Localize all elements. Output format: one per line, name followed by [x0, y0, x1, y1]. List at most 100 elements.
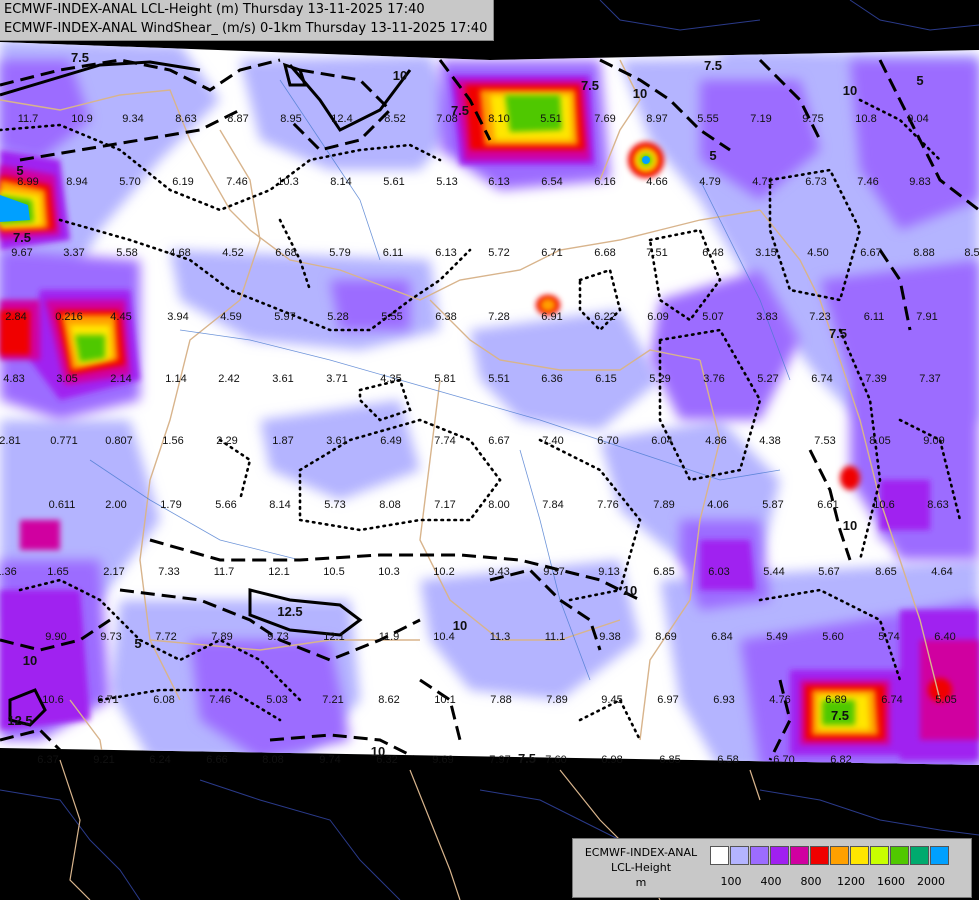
grid-value-label: 11.9	[379, 631, 400, 643]
grid-value-label: 4.45	[110, 311, 131, 323]
grid-value-label: 2.29	[216, 435, 237, 447]
legend-line-1: ECMWF-INDEX-ANAL	[584, 846, 698, 859]
contour-label: 7.5	[13, 230, 31, 245]
grid-value-label: 1.87	[272, 435, 293, 447]
grid-value-label: 6.19	[172, 176, 193, 188]
contour-label: 12.5	[7, 713, 32, 728]
grid-value-label: 9.09	[923, 435, 944, 447]
grid-value-label: 5.03	[266, 694, 287, 706]
contour-label: 5	[916, 73, 923, 88]
legend-swatch	[750, 846, 769, 865]
grid-value-label: 8.08	[262, 754, 283, 766]
grid-value-label: 6.68	[275, 247, 296, 259]
grid-value-label: 5.51	[540, 113, 561, 125]
grid-value-label: 7.19	[750, 113, 771, 125]
grid-value-label: 9.38	[599, 631, 620, 643]
legend-swatch	[730, 846, 749, 865]
grid-value-label: 3.61	[326, 435, 347, 447]
grid-value-label: 6.93	[713, 694, 734, 706]
contour-label: 7.5	[831, 708, 849, 723]
grid-value-label: 10.6	[873, 499, 894, 511]
grid-value-label: 2.17	[103, 566, 124, 578]
grid-value-label: 5.05	[935, 694, 956, 706]
grid-value-label: 4.86	[705, 435, 726, 447]
grid-value-label: 5.55	[381, 311, 402, 323]
grid-value-label: 8.94	[66, 176, 87, 188]
grid-value-label: 9.21	[93, 754, 114, 766]
grid-value-label: 9.83	[909, 176, 930, 188]
grid-value-label: 11.7	[18, 113, 39, 125]
grid-value-label: 5.61	[383, 176, 404, 188]
grid-value-label: 4.35	[380, 373, 401, 385]
map-viewer: 11.7 10.9 9.34 8.63 8.87 8.95 12.4 8.52 7.08 8.10…	[0, 0, 979, 900]
grid-value-label: 7.40	[542, 435, 563, 447]
grid-value-label: 5.66	[215, 499, 236, 511]
grid-value-label: 6.08	[153, 694, 174, 706]
grid-value-label: 12.1	[323, 631, 344, 643]
grid-value-label: 3.61	[272, 373, 293, 385]
legend-swatch	[870, 846, 889, 865]
grid-value-label: 6.70	[597, 435, 618, 447]
grid-value-label: 8.65	[875, 566, 896, 578]
grid-value-label: 9.75	[802, 113, 823, 125]
grid-value-label: 4.71	[752, 176, 773, 188]
grid-value-label: 1.56	[162, 435, 183, 447]
grid-value-label: 8.95	[280, 113, 301, 125]
grid-value-label: 7.17	[434, 499, 455, 511]
grid-value-label: 2.00	[105, 499, 126, 511]
grid-value-label: 7.46	[857, 176, 878, 188]
grid-value-label: 6.91	[541, 311, 562, 323]
grid-value-label: 6.15	[595, 373, 616, 385]
grid-value-label: 9.13	[598, 566, 619, 578]
grid-value-label: 7.76	[597, 499, 618, 511]
grid-value-label: 6.13	[488, 176, 509, 188]
grid-value-label: 6.36	[541, 373, 562, 385]
legend-ticks: 100 400 800 1200 1600 2000	[710, 875, 970, 889]
grid-value-label: 12.1	[268, 566, 289, 578]
grid-value-label: 5.44	[763, 566, 784, 578]
legend-swatch	[710, 846, 729, 865]
grid-value-label: 9.90	[45, 631, 66, 643]
grid-value-label: 6.74	[881, 694, 902, 706]
legend-line-3: m	[635, 876, 647, 889]
color-legend: ECMWF-INDEX-ANAL LCL-Height m 100 400 800 1…	[572, 838, 972, 898]
grid-value-label: 5.60	[822, 631, 843, 643]
grid-value-label: 10.3	[378, 566, 399, 578]
grid-value-label: 5.28	[327, 311, 348, 323]
grid-value-label: 6.71	[541, 247, 562, 259]
grid-value-label: 6.68	[594, 247, 615, 259]
grid-value-label: 4.50	[807, 247, 828, 259]
grid-value-label: 4.76	[769, 694, 790, 706]
contour-label: 7.5	[518, 751, 536, 766]
grid-value-label: 8.69	[655, 631, 676, 643]
grid-value-label: 2.81	[0, 435, 21, 447]
grid-value-label: 9.43	[488, 566, 509, 578]
grid-value-label: 4.52	[222, 247, 243, 259]
grid-value-label: 5.07	[702, 311, 723, 323]
grid-value-label: 7.91	[916, 311, 937, 323]
grid-value-label: 8.5	[964, 247, 979, 259]
grid-value-label: 3.37	[63, 247, 84, 259]
header-line-2: ECMWF-INDEX-ANAL WindShear_ (m/s) 0-1km …	[4, 21, 488, 36]
grid-value-label: 9.45	[601, 694, 622, 706]
legend-tick-label: 400	[760, 875, 782, 888]
legend-swatches	[710, 846, 950, 865]
grid-value-label: 7.46	[209, 694, 230, 706]
grid-value-label: 0.771	[50, 435, 78, 447]
grid-value-label: 10.5	[323, 566, 344, 578]
grid-value-label: 1.65	[47, 566, 68, 578]
grid-value-label: 6.61	[817, 499, 838, 511]
grid-value-label: 7.89	[546, 694, 567, 706]
grid-value-label: 3.94	[167, 311, 188, 323]
grid-value-label: 10.2	[433, 566, 454, 578]
grid-value-label: 3.76	[703, 373, 724, 385]
grid-value-label: 9.04	[907, 113, 928, 125]
contour-label: 10	[371, 744, 385, 759]
grid-value-label: 9.67	[11, 247, 32, 259]
grid-value-label: 7.89	[653, 499, 674, 511]
grid-value-label: 6.03	[708, 566, 729, 578]
weather-map: 11.7 10.9 9.34 8.63 8.87 8.95 12.4 8.52 7.08 8.10…	[0, 0, 979, 900]
grid-value-label: 8.87	[227, 113, 248, 125]
contour-label: 10	[23, 653, 37, 668]
contour-label: 7.5	[704, 58, 722, 73]
